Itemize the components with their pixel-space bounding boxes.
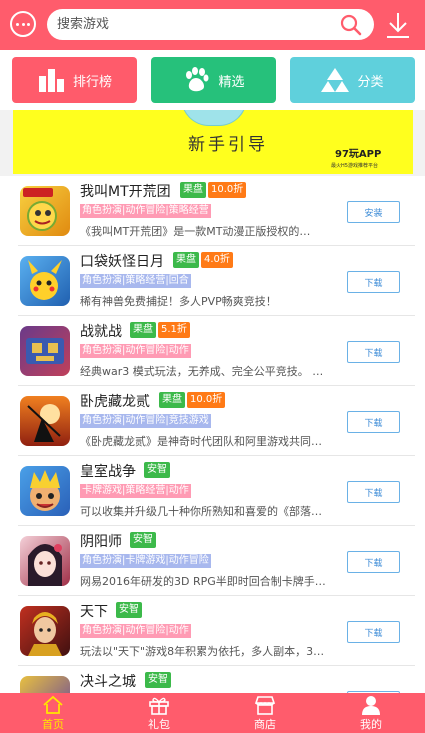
tab-store-label: 商店 — [254, 718, 276, 731]
download-button[interactable]: 下载 — [347, 341, 400, 363]
tab-profile[interactable]: 我的 — [318, 693, 424, 733]
source-badge: 果盘 — [173, 252, 199, 268]
store-icon — [254, 696, 276, 715]
app-screen: 排行榜 精选 分类 新手引导 97玩APP 最火H5游戏推荐平台 — [0, 0, 425, 733]
paw-icon — [186, 67, 209, 92]
game-description: 经典war3 模式玩法，无养成、完全公平竞技。 … — [80, 365, 324, 378]
promo-banner[interactable]: 新手引导 97玩APP 最火H5游戏推荐平台 — [13, 110, 413, 174]
game-icon — [20, 396, 70, 446]
game-description: 《卧虎藏龙贰》是神奇时代团队和阿里游戏共同倾力打造的… — [80, 435, 330, 448]
featured-button[interactable]: 精选 — [151, 57, 276, 103]
discount-badge: 10.0折 — [187, 392, 226, 408]
source-badge: 果盘 — [180, 182, 206, 198]
tab-home-label: 首页 — [42, 718, 64, 731]
game-name: 战就战 — [80, 324, 122, 340]
genre-tags: 角色扮演|动作冒险|竞技游戏 — [80, 414, 211, 428]
gift-icon — [149, 697, 169, 715]
game-description: 玩法以"天下"游戏8年积累为依托，多人副本，3v3竞… — [80, 645, 330, 658]
list-item[interactable]: 卧虎藏龙贰 果盘 10.0折 角色扮演|动作冒险|竞技游戏 《卧虎藏龙贰》是神奇… — [0, 386, 425, 456]
game-icon — [20, 536, 70, 586]
game-icon — [20, 606, 70, 656]
genre-tags: 卡牌游戏|策略经营|动作 — [80, 484, 191, 498]
genre-tags: 角色扮演|动作冒险|动作 — [80, 344, 191, 358]
game-icon — [20, 466, 70, 516]
source-badge: 安智 — [145, 672, 171, 688]
home-icon — [43, 695, 63, 714]
ranking-button[interactable]: 排行榜 — [12, 57, 137, 103]
game-name: 决斗之城 — [80, 674, 136, 690]
source-badge: 果盘 — [130, 322, 156, 338]
download-button[interactable]: 下载 — [347, 551, 400, 573]
tab-store[interactable]: 商店 — [212, 693, 318, 733]
classify-label: 分类 — [357, 74, 384, 90]
game-list: 我叫MT开荒团 果盘 10.0折 角色扮演|动作冒险|策略经营 《我叫MT开荒团… — [0, 176, 425, 693]
triangles-icon — [321, 68, 350, 92]
game-name: 卧虎藏龙贰 — [80, 394, 150, 410]
download-button[interactable]: 下载 — [347, 481, 400, 503]
game-icon — [20, 326, 70, 376]
user-icon — [362, 696, 380, 715]
banner-title: 新手引导 — [188, 135, 268, 155]
game-name: 阴阳师 — [80, 534, 122, 550]
game-icon — [20, 256, 70, 306]
source-badge: 安智 — [130, 532, 156, 548]
genre-tags: 角色扮演|动作冒险|策略经营 — [80, 204, 211, 218]
discount-badge: 4.0折 — [201, 252, 233, 268]
search-input[interactable] — [57, 9, 327, 40]
category-bar: 排行榜 精选 分类 — [0, 50, 425, 110]
list-item[interactable]: 战就战 果盘 5.1折 角色扮演|动作冒险|动作 经典war3 模式玩法，无养成… — [0, 316, 425, 386]
genre-tags: 角色扮演|卡牌游戏|动作冒险 — [80, 554, 211, 568]
search-bar[interactable] — [47, 9, 374, 40]
game-description: 稀有神兽免费捕捉！多人PVP畅爽竞技！ — [80, 295, 277, 308]
classify-button[interactable]: 分类 — [290, 57, 415, 103]
game-description: 网易2016年研发的3D RPG半即时回合制卡牌手游「阴… — [80, 575, 330, 588]
download-button[interactable]: 下载 — [347, 621, 400, 643]
banner-logo — [181, 110, 247, 126]
carousel-dots — [215, 162, 239, 174]
list-item[interactable]: 阴阳师 安智 角色扮演|卡牌游戏|动作冒险 网易2016年研发的3D RPG半即… — [0, 526, 425, 596]
list-item[interactable]: 天下 安智 角色扮演|动作冒险|动作 玩法以"天下"游戏8年积累为依托，多人副本… — [0, 596, 425, 666]
game-name: 口袋妖怪日月 — [80, 254, 164, 270]
list-item[interactable]: 口袋妖怪日月 果盘 4.0折 角色扮演|策略经营|回合 稀有神兽免费捕捉！多人P… — [0, 246, 425, 316]
download-icon[interactable] — [385, 11, 411, 39]
bottom-nav: 首页 礼包 商店 我的 — [0, 693, 425, 733]
genre-tags: 角色扮演|策略经营|回合 — [80, 274, 191, 288]
game-name: 天下 — [80, 604, 108, 620]
install-button[interactable]: 安装 — [347, 201, 400, 223]
game-name: 皇室战争 — [80, 464, 136, 480]
download-button[interactable]: 下载 — [347, 411, 400, 433]
source-badge: 安智 — [116, 602, 142, 618]
list-item[interactable]: 决斗之城 安智 下载 — [0, 666, 425, 693]
tab-gift[interactable]: 礼包 — [106, 693, 212, 733]
game-icon — [20, 186, 70, 236]
genre-tags: 角色扮演|动作冒险|动作 — [80, 624, 191, 638]
message-icon[interactable] — [10, 11, 36, 37]
download-button[interactable]: 下载 — [347, 271, 400, 293]
source-badge: 安智 — [144, 462, 170, 478]
game-name: 我叫MT开荒团 — [80, 184, 171, 200]
banner-subtitle: 最火H5游戏推荐平台 — [331, 163, 378, 169]
tab-profile-label: 我的 — [360, 718, 382, 731]
discount-badge: 10.0折 — [208, 182, 247, 198]
featured-label: 精选 — [218, 74, 245, 90]
game-icon — [20, 676, 70, 693]
list-item[interactable]: 皇室战争 安智 卡牌游戏|策略经营|动作 可以收集并升级几十种你所熟知和喜爱的《… — [0, 456, 425, 526]
list-item[interactable]: 我叫MT开荒团 果盘 10.0折 角色扮演|动作冒险|策略经营 《我叫MT开荒团… — [0, 176, 425, 246]
bar-chart-icon — [38, 69, 64, 92]
game-description: 《我叫MT开荒团》是一款MT动漫正版授权的… — [80, 225, 311, 238]
tab-home[interactable]: 首页 — [0, 693, 106, 733]
banner-brand: 97玩APP — [335, 149, 382, 160]
ranking-label: 排行榜 — [72, 74, 112, 90]
search-icon[interactable] — [340, 14, 362, 36]
source-badge: 果盘 — [159, 392, 185, 408]
discount-badge: 5.1折 — [158, 322, 190, 338]
tab-gift-label: 礼包 — [148, 718, 170, 731]
top-bar — [0, 0, 425, 50]
game-description: 可以收集并升级几十种你所熟知和喜爱的《部落冲突》的… — [80, 505, 330, 518]
